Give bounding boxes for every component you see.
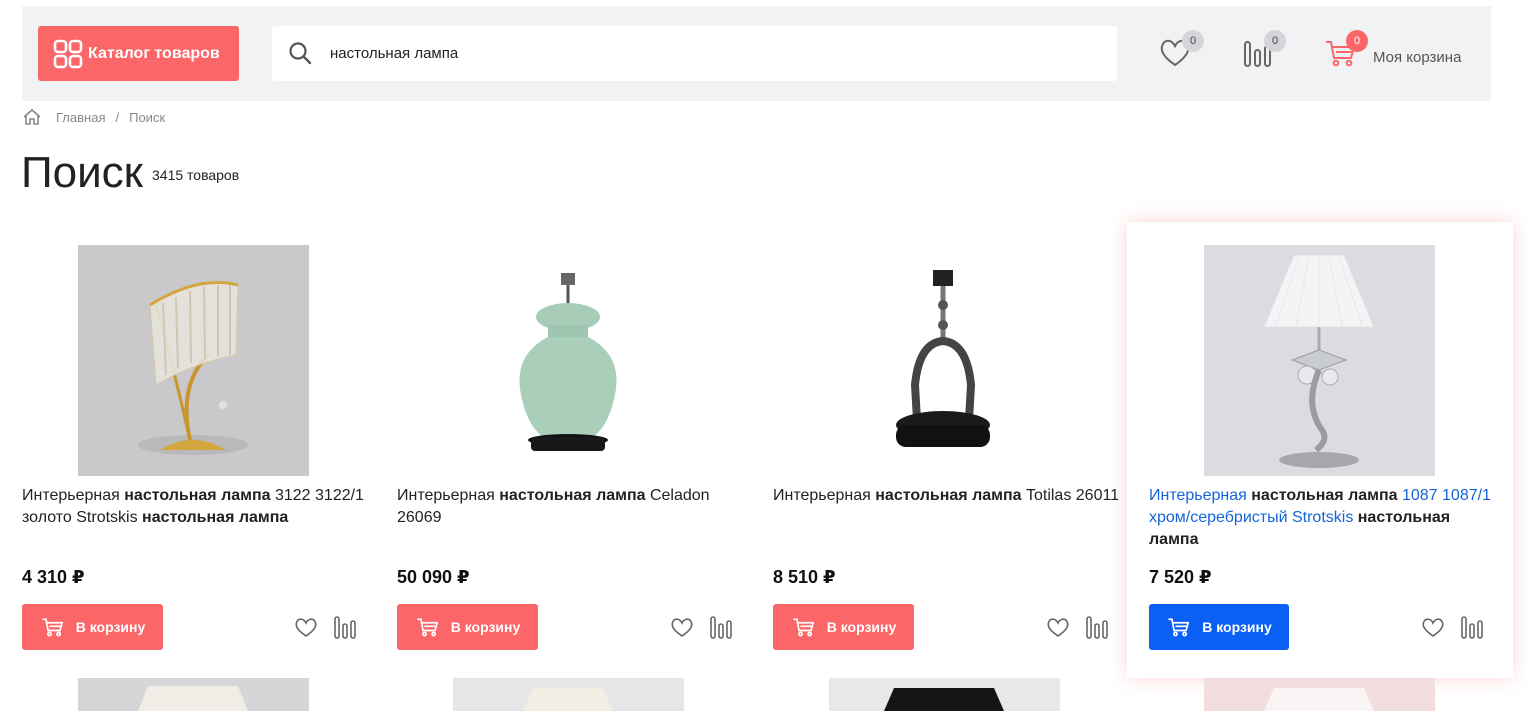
compare-bars-icon[interactable] — [1085, 614, 1109, 640]
search-input[interactable] — [328, 26, 1088, 81]
header-bar: Каталог товаров 0 0 0 Моя корзина — [22, 6, 1491, 101]
product-card: Интерьерная настольная лампа Celadon 260… — [376, 222, 752, 678]
heart-icon[interactable] — [670, 616, 694, 638]
product-name-text: Интерьерная — [397, 487, 500, 504]
grid-icon — [53, 39, 83, 68]
compare-bars-icon[interactable] — [1460, 614, 1484, 640]
cart-label[interactable]: Моя корзина — [1373, 49, 1461, 66]
product-image[interactable] — [453, 245, 684, 476]
product-name-link[interactable]: Интерьерная настольная лампа 3122 3122/1… — [22, 485, 372, 529]
compare-bars-icon[interactable] — [709, 614, 733, 640]
add-to-cart-button[interactable]: В корзину — [773, 604, 914, 650]
product-price: 7 520 ₽ — [1149, 567, 1212, 587]
product-card: Интерьерная настольная лампа Totilas 260… — [752, 222, 1128, 678]
heart-icon[interactable] — [294, 616, 318, 638]
product-name-link[interactable]: Интерьерная настольная лампа Totilas 260… — [773, 485, 1123, 507]
add-to-cart-label: В корзину — [1202, 619, 1272, 635]
product-image[interactable] — [78, 678, 309, 711]
product-image[interactable] — [1204, 245, 1435, 476]
product-card-hovered: Интерьерная настольная лампа 1087 1087/1… — [1127, 222, 1513, 678]
product-name-highlight: настольная лампа — [142, 509, 289, 526]
add-to-cart-button[interactable]: В корзину — [1149, 604, 1289, 650]
compare-bars-icon[interactable] — [333, 614, 357, 640]
heart-icon[interactable] — [1421, 616, 1445, 638]
product-name-highlight: настольная лампа — [1251, 487, 1398, 504]
compare-count-badge: 0 — [1264, 30, 1286, 52]
breadcrumb-home-link[interactable]: Главная — [56, 110, 105, 125]
product-image[interactable] — [1204, 678, 1435, 711]
breadcrumb-separator: / — [115, 109, 120, 125]
product-count: 3415 товаров — [152, 167, 240, 183]
cart-icon — [793, 618, 815, 637]
product-name-text: Интерьерная — [773, 487, 876, 504]
cart-count-badge: 0 — [1346, 30, 1368, 52]
product-price: 8 510 ₽ — [773, 567, 836, 587]
search-icon[interactable] — [288, 41, 312, 65]
product-image[interactable] — [829, 245, 1060, 476]
add-to-cart-button[interactable]: В корзину — [22, 604, 163, 650]
favorites-count-badge: 0 — [1182, 30, 1204, 52]
product-name-link[interactable]: Интерьерная настольная лампа 1087 1087/1… — [1149, 485, 1499, 551]
product-name-text: Totilas 26011 — [1021, 487, 1120, 504]
add-to-cart-label: В корзину — [75, 619, 146, 635]
breadcrumb: Главная / Поиск — [22, 108, 165, 126]
product-image[interactable] — [453, 678, 684, 711]
product-card: Интерьерная настольная лампа 3122 3122/1… — [0, 222, 376, 678]
catalog-button[interactable]: Каталог товаров — [38, 26, 239, 81]
product-image[interactable] — [829, 678, 1060, 711]
cart-icon — [417, 618, 439, 637]
product-image[interactable] — [78, 245, 309, 476]
page-title: Поиск — [21, 148, 143, 197]
add-to-cart-button[interactable]: В корзину — [397, 604, 538, 650]
add-to-cart-label: В корзину — [826, 619, 897, 635]
heart-icon[interactable] — [1046, 616, 1070, 638]
breadcrumb-current: Поиск — [129, 109, 166, 125]
catalog-label: Каталог товаров — [88, 44, 220, 62]
product-name-text: Интерьерная — [1149, 487, 1252, 504]
cart-icon — [42, 618, 64, 637]
product-name-highlight: настольная лампа — [499, 487, 646, 504]
search-box — [272, 26, 1117, 81]
product-name-highlight: настольная лампа — [124, 487, 271, 504]
cart-icon — [1168, 618, 1190, 637]
product-name-text: Интерьерная — [22, 487, 125, 504]
product-name-highlight: настольная лампа — [875, 487, 1022, 504]
product-price: 50 090 ₽ — [397, 567, 470, 587]
product-name-link[interactable]: Интерьерная настольная лампа Celadon 260… — [397, 485, 747, 529]
add-to-cart-label: В корзину — [450, 619, 521, 635]
home-icon[interactable] — [22, 108, 42, 126]
product-price: 4 310 ₽ — [22, 567, 85, 587]
